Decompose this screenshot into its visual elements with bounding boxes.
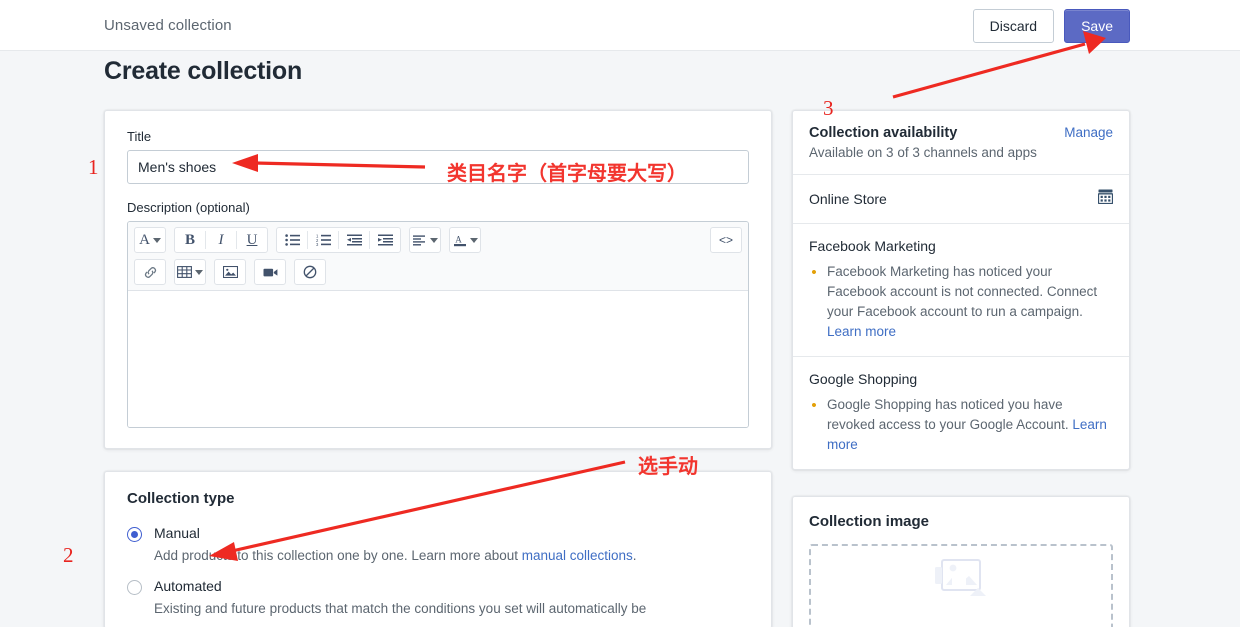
collection-availability-card: Collection availability Manage Available… <box>792 110 1130 470</box>
radio-manual-label: Manual <box>154 525 200 541</box>
app-message-google: • Google Shopping has noticed you have r… <box>809 395 1113 455</box>
storefront-icon <box>1098 189 1113 209</box>
app-message-text: Facebook Marketing has noticed your Face… <box>827 262 1113 342</box>
radio-automated-label: Automated <box>154 578 222 594</box>
indent-icon[interactable] <box>371 228 399 252</box>
font-family-icon[interactable]: A <box>136 228 164 252</box>
font-group: A <box>134 227 166 253</box>
text-color-group: A <box>449 227 481 253</box>
unsaved-collection-label: Unsaved collection <box>104 17 232 34</box>
radio-manual[interactable] <box>127 527 142 542</box>
outdent-icon[interactable] <box>340 228 368 252</box>
clear-formatting-icon[interactable] <box>296 260 324 284</box>
image-group <box>214 259 246 285</box>
numbered-list-icon[interactable]: 1 2 3 <box>309 228 337 252</box>
channel-section: Online Store <box>793 174 1129 223</box>
bold-icon[interactable]: B <box>176 228 204 252</box>
channel-name: Online Store <box>809 191 887 207</box>
editor-toolbar-row-2 <box>134 258 742 286</box>
app-section-google: Google Shopping • Google Shopping has no… <box>793 356 1129 469</box>
facebook-learn-more-link[interactable]: Learn more <box>827 324 896 339</box>
shopify-create-collection-screen: Unsaved collection Discard Save Create c… <box>0 0 1240 627</box>
app-message-facebook: • Facebook Marketing has noticed your Fa… <box>809 262 1113 342</box>
radio-manual-help-tail: . <box>633 548 637 563</box>
image-placeholder-icon <box>932 558 990 613</box>
availability-subtitle: Available on 3 of 3 channels and apps <box>809 145 1113 160</box>
html-code-group: <> <box>710 227 742 253</box>
facebook-message-text: Facebook Marketing has noticed your Face… <box>827 264 1097 319</box>
manual-collections-link[interactable]: manual collections <box>522 548 633 563</box>
radio-automated-help: Existing and future products that match … <box>154 599 749 619</box>
italic-icon[interactable]: I <box>207 228 235 252</box>
app-name-facebook: Facebook Marketing <box>809 238 1113 254</box>
table-group <box>174 259 206 285</box>
channel-row-online-store[interactable]: Online Store <box>809 189 1113 209</box>
insert-image-icon[interactable] <box>216 260 244 284</box>
align-group <box>409 227 441 253</box>
description-textarea[interactable] <box>128 291 748 427</box>
app-name-google: Google Shopping <box>809 371 1113 387</box>
availability-title: Collection availability <box>809 125 957 141</box>
underline-icon[interactable]: U <box>238 228 266 252</box>
html-code-icon[interactable]: <> <box>712 228 740 252</box>
app-section-facebook: Facebook Marketing • Facebook Marketing … <box>793 223 1129 356</box>
annotation-number-1: 1 <box>88 155 99 180</box>
description-editor: A B I <box>127 221 749 428</box>
editor-toolbar: A B I <box>128 222 748 291</box>
collection-type-option-manual[interactable]: Manual <box>127 525 749 542</box>
bulleted-list-icon[interactable] <box>278 228 306 252</box>
radio-manual-help: Add products to this collection one by o… <box>154 546 749 566</box>
text-color-icon[interactable]: A <box>451 228 479 252</box>
annotation-number-2: 2 <box>63 543 74 568</box>
collection-details-card: Title Description (optional) A <box>104 110 772 449</box>
availability-header: Collection availability Manage <box>809 125 1113 141</box>
text-style-group: B I U <box>174 227 268 253</box>
editor-toolbar-row-1: A B I <box>134 226 742 254</box>
collection-type-option-automated[interactable]: Automated <box>127 578 749 595</box>
manage-link[interactable]: Manage <box>1064 125 1113 140</box>
svg-text:A: A <box>455 234 462 244</box>
title-input[interactable] <box>127 150 749 184</box>
radio-manual-help-text: Add products to this collection one by o… <box>154 548 522 563</box>
left-column: Title Description (optional) A <box>104 110 772 627</box>
collection-type-card: Collection type Manual Add products to t… <box>104 471 772 627</box>
availability-header-section: Collection availability Manage Available… <box>793 111 1129 174</box>
clear-format-group <box>294 259 326 285</box>
collection-image-card: Collection image <box>792 496 1130 627</box>
top-bar-actions: Discard Save <box>973 9 1130 43</box>
link-icon[interactable] <box>136 260 164 284</box>
table-icon[interactable] <box>176 260 204 284</box>
list-indent-group: 1 2 3 <box>276 227 401 253</box>
insert-video-icon[interactable] <box>256 260 284 284</box>
video-group <box>254 259 286 285</box>
bullet-icon: • <box>809 262 819 342</box>
bullet-icon: • <box>809 395 819 455</box>
radio-automated[interactable] <box>127 580 142 595</box>
right-column: Collection availability Manage Available… <box>792 110 1130 627</box>
align-icon[interactable] <box>411 228 439 252</box>
svg-text:3: 3 <box>316 242 319 246</box>
collection-image-title: Collection image <box>809 513 1113 530</box>
google-message-text: Google Shopping has noticed you have rev… <box>827 397 1072 432</box>
collection-image-dropzone[interactable] <box>809 544 1113 627</box>
collection-type-title: Collection type <box>127 490 749 507</box>
description-label: Description (optional) <box>127 200 749 215</box>
title-label: Title <box>127 129 749 144</box>
save-button[interactable]: Save <box>1064 9 1130 43</box>
discard-button[interactable]: Discard <box>973 9 1054 43</box>
page-title: Create collection <box>104 57 302 86</box>
app-message-text: Google Shopping has noticed you have rev… <box>827 395 1113 455</box>
top-bar: Unsaved collection Discard Save <box>0 0 1240 51</box>
link-group <box>134 259 166 285</box>
